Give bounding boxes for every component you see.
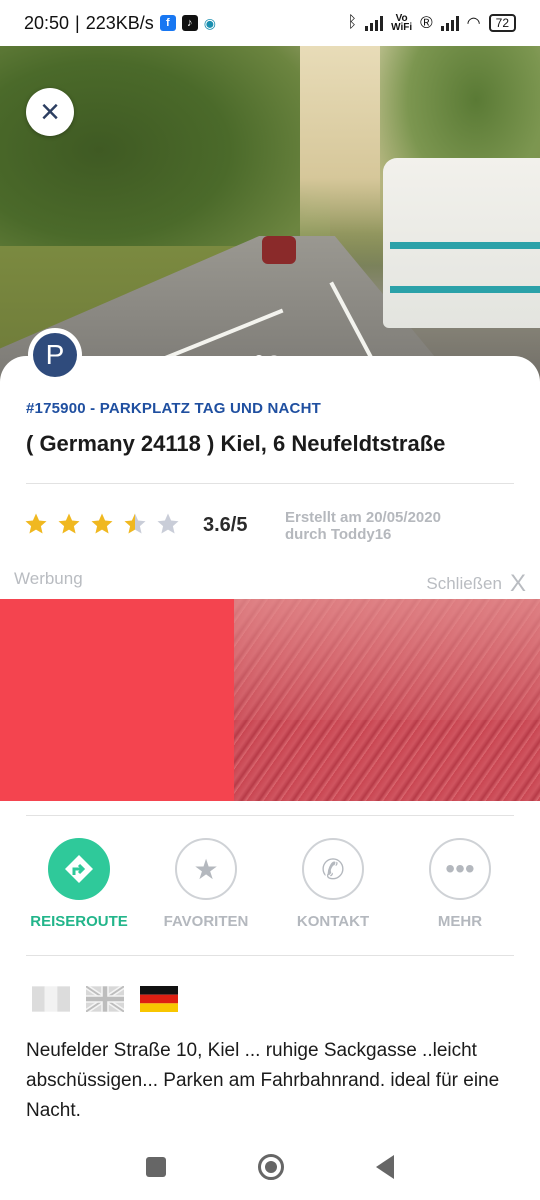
- ad-close-button[interactable]: Schließen X: [426, 570, 526, 598]
- facebook-icon: f: [159, 15, 176, 31]
- parking-icon: P: [33, 333, 77, 377]
- uk-flag[interactable]: [86, 986, 124, 1012]
- tiktok-icon: ♪: [181, 15, 198, 31]
- camper-stripe: [390, 286, 540, 293]
- more-icon: •••: [429, 838, 491, 900]
- clock: 20:50: [24, 12, 70, 33]
- contact-button[interactable]: ✆ KONTAKT: [273, 838, 393, 930]
- signal-icon: [365, 15, 384, 31]
- rating-stars[interactable]: [24, 512, 180, 536]
- place-photo-carousel[interactable]: [0, 46, 540, 386]
- home-icon[interactable]: [258, 1154, 284, 1180]
- ad-banner[interactable]: [0, 599, 540, 801]
- ad-color-block: [0, 599, 234, 801]
- favorites-label: FAVORITEN: [163, 913, 249, 930]
- system-nav-bar: [0, 1134, 540, 1200]
- italian-flag[interactable]: [32, 986, 70, 1012]
- wifi-icon: ◠: [466, 15, 481, 32]
- ad-label: Werbung: [14, 569, 83, 588]
- divider: [26, 483, 514, 484]
- registered-icon: ®: [420, 13, 433, 32]
- german-flag[interactable]: [140, 986, 178, 1012]
- rating-value: 3.6/5: [203, 514, 248, 536]
- recent-apps-icon[interactable]: [146, 1157, 166, 1177]
- route-icon: [48, 838, 110, 900]
- route-label: REISEROUTE: [30, 913, 128, 930]
- divider: [26, 955, 514, 956]
- more-button[interactable]: ••• MEHR: [400, 838, 520, 930]
- vowifi-icon: Vo WiFi: [391, 13, 413, 33]
- star-half-icon: [124, 513, 146, 534]
- star-full-icon: [58, 513, 80, 534]
- ad-image: [234, 599, 540, 801]
- photo-car: [262, 236, 296, 264]
- network-speed: 223KB/s: [85, 12, 154, 33]
- status-bar: 20:50 | 223KB/s f ♪ ◉ ᛒ Vo WiFi ® ◠ 72: [0, 0, 540, 46]
- star-empty-icon: [157, 513, 179, 534]
- signal-icon-2: [440, 15, 459, 31]
- haze: [234, 599, 540, 721]
- language-selector: [32, 986, 178, 1012]
- close-button[interactable]: ×: [26, 88, 74, 136]
- created-info: Erstellt am 20/05/2020 durch Toddy16: [285, 509, 441, 543]
- created-date: Erstellt am 20/05/2020: [285, 509, 441, 526]
- more-label: MEHR: [437, 913, 483, 930]
- battery-icon: 72: [488, 14, 516, 32]
- close-icon: ×: [40, 92, 60, 131]
- place-description: Neufelder Straße 10, Kiel ... ruhige Sac…: [26, 1040, 500, 1121]
- created-author[interactable]: durch Toddy16: [285, 526, 441, 543]
- contact-label: KONTAKT: [296, 913, 370, 930]
- parking-badge: P: [28, 328, 82, 382]
- close-icon: X: [509, 570, 526, 597]
- favorites-button[interactable]: ★ FAVORITEN: [146, 838, 266, 930]
- ad-close-label: Schließen: [426, 574, 502, 593]
- status-separator: |: [75, 12, 80, 33]
- camper-stripe: [390, 242, 540, 249]
- place-id-line: #175900 - PARKPLATZ TAG UND NACHT: [26, 400, 321, 417]
- i: [265, 1161, 277, 1173]
- star-full-icon: [91, 513, 113, 534]
- divider: [26, 815, 514, 816]
- route-button[interactable]: REISEROUTE: [19, 838, 139, 930]
- star-full-icon: [25, 513, 47, 534]
- back-icon[interactable]: [376, 1155, 394, 1179]
- phone-icon: ✆: [302, 838, 364, 900]
- location-icon: ◉: [203, 14, 216, 31]
- place-title: ( Germany 24118 ) Kiel, 6 Neufeldtstraße: [26, 431, 446, 456]
- bluetooth-icon: ᛒ: [347, 14, 358, 31]
- star-icon: ★: [175, 838, 237, 900]
